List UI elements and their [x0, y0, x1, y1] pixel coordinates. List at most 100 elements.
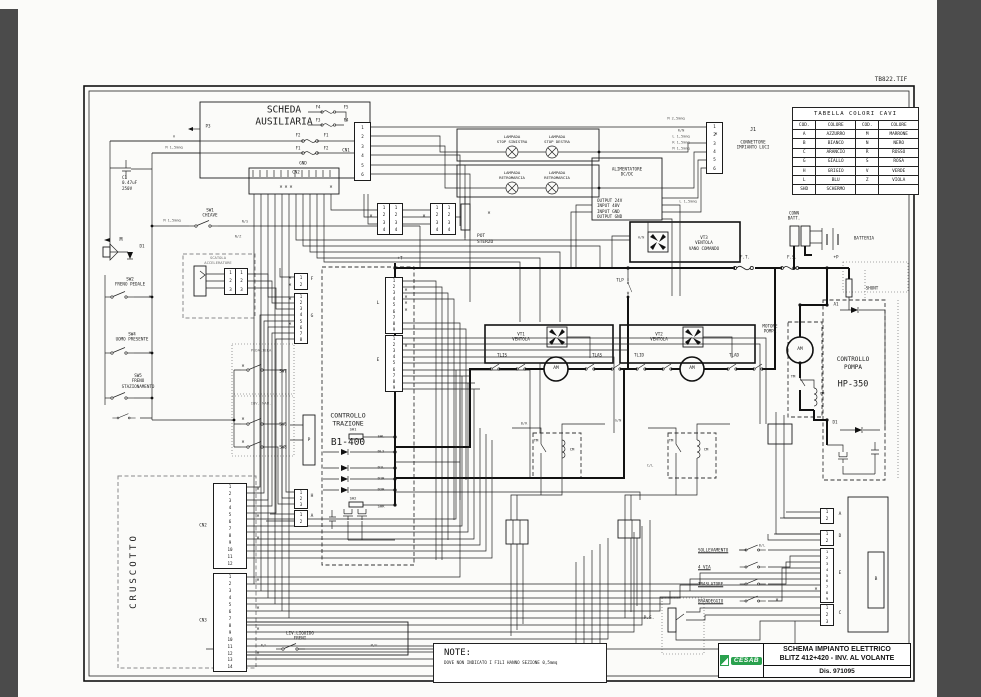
diagram-label: M 1,5mmq	[672, 147, 689, 152]
connector-pin: 8	[295, 337, 307, 343]
color-table-row: BBIANCONNERO	[793, 139, 919, 148]
diagram-label: BATTERIA	[854, 235, 874, 240]
color-table-title: TABELLA COLORI CAVI	[793, 108, 919, 121]
connector-pin: 9	[214, 629, 246, 636]
cesab-logo-icon	[720, 655, 729, 666]
connector-pin: 3	[821, 618, 833, 625]
connector-pin: 6	[355, 171, 370, 181]
diagram-label: AM	[553, 366, 558, 372]
diagram-label: MOTORE POMPA	[762, 324, 777, 335]
diagram-label: G	[311, 314, 314, 320]
no-connection-x-mark: ✕	[256, 513, 259, 519]
diagram-label: CM	[570, 448, 575, 453]
connector-pin: 1	[236, 269, 247, 277]
color-table-cell: A	[793, 130, 816, 139]
diagram-label: TM	[791, 375, 796, 380]
connector-right-e: 123456789	[820, 548, 834, 603]
connector-pin: 3	[214, 498, 246, 505]
connector-pin: 7	[214, 616, 246, 623]
color-table-cell: VERDE	[879, 166, 919, 175]
color-table-cell: V	[855, 166, 878, 175]
connector-cn1: 123456	[354, 122, 371, 181]
color-table-cell: S	[855, 157, 878, 166]
color-table-cell: M	[855, 130, 878, 139]
connector-pin: 2	[236, 277, 247, 285]
connector-pin: 3	[236, 286, 247, 294]
connector-pin: 2	[443, 212, 455, 220]
connector-pin: 5	[214, 602, 246, 609]
no-connection-x-mark: ✕	[369, 213, 372, 219]
no-connection-x-mark: ✕	[288, 296, 291, 302]
diagram-label: L	[377, 301, 380, 307]
diagram-label: TLID	[634, 352, 644, 357]
color-table-cell: C	[793, 148, 816, 157]
diagram-label: LAMPADA RETROMARCIA	[544, 170, 570, 180]
diagram-label: LAMPADA RETROMARCIA	[499, 170, 525, 180]
connector-pin: 1	[821, 605, 833, 612]
color-table-cell: R	[855, 148, 878, 157]
diagram-label: SHL	[378, 435, 385, 440]
diagram-label: SOLLEVAMENTO	[698, 547, 728, 552]
diagram-label: +P	[833, 254, 838, 259]
connector-pin: 3	[443, 219, 455, 227]
color-table-cell: GIALLO	[816, 157, 856, 166]
drawing-title-line2: BLITZ 412+420 - INV. AL VOLANTE	[780, 655, 895, 664]
diagram-label: B1-400	[331, 437, 365, 449]
diagram-label: C1 0.47uF 250V	[122, 175, 137, 191]
connector-pin: 6	[214, 609, 246, 616]
color-table-cell: L	[793, 176, 816, 185]
diagram-label: SW4 UOMO PRESENTE	[116, 332, 149, 343]
diagram-label: N/L	[261, 644, 268, 649]
diagram-label: A1	[833, 301, 838, 306]
diagram-label: CN2	[199, 522, 207, 527]
diagram-label: VT2 VENTOLA	[650, 332, 668, 343]
diagram-label: F1	[324, 132, 329, 137]
scanned-schematic-viewer: { "drawing_file": "TB822.TIF", "title_bl…	[0, 0, 981, 697]
no-connection-x-mark: ✕	[288, 282, 291, 288]
diagram-label: HP-350	[838, 379, 869, 390]
diagram-label: +T	[397, 255, 402, 260]
connector-pin: 2	[821, 538, 833, 545]
connector-accel-conn-b: 123	[235, 268, 248, 295]
diagram-label: F2	[296, 132, 301, 137]
diagram-label: TM	[669, 439, 674, 444]
diagram-label: D1R	[378, 477, 385, 482]
diagram-label: F4	[344, 117, 349, 122]
connector-pin: 13	[214, 657, 246, 664]
no-connection-x-mark: ✕	[279, 184, 282, 190]
no-connection-x-mark: ✕	[404, 300, 407, 306]
color-table-cell: H	[793, 166, 816, 175]
diagram-label: M 2,5mmq	[667, 117, 684, 122]
color-table-header: COD.	[793, 121, 816, 130]
diagram-label: SW7	[279, 368, 287, 373]
diagram-label: E	[377, 358, 380, 364]
connector-pin: 4	[214, 595, 246, 602]
diagram-label: LAMPADA STOP SINISTRA	[497, 134, 527, 144]
diagram-label: J1	[750, 127, 756, 134]
no-connection-x-mark: ✕	[288, 321, 291, 327]
connector-traction-f: 12	[294, 273, 308, 290]
diagram-label: CONN BATT.	[788, 211, 801, 222]
connector-pin: 2	[355, 133, 370, 143]
diagram-label: R 1,5mmq	[672, 141, 689, 146]
connector-pot-conn-2b: 1234	[442, 203, 456, 235]
color-table-row: SHDSCHERMO	[793, 185, 919, 194]
no-connection-x-mark: ✕	[487, 210, 490, 216]
diagram-label: TLP	[616, 277, 624, 282]
color-table-cell	[879, 185, 919, 194]
color-table-row: GGIALLOSROSA	[793, 157, 919, 166]
diagram-label: P.S.	[644, 616, 655, 622]
diagram-label: N/S	[242, 220, 249, 225]
no-connection-x-mark: ✕	[814, 586, 817, 592]
connector-pin: 1	[390, 204, 402, 212]
cable-color-table: TABELLA COLORI CAVI COD.COLORECOD.COLORE…	[792, 107, 919, 195]
connector-pin: 2	[821, 612, 833, 619]
diagram-label: G/N	[615, 419, 622, 424]
diagram-label: D	[839, 534, 842, 540]
diagram-label: SCATOLA ACCELERATORE	[204, 256, 231, 266]
no-connection-x-mark: ✕	[241, 363, 244, 369]
no-connection-x-mark: ✕	[404, 307, 407, 313]
diagram-label: D1	[832, 419, 837, 424]
diagram-label: D1	[139, 243, 144, 248]
connector-pin: 2	[214, 491, 246, 498]
